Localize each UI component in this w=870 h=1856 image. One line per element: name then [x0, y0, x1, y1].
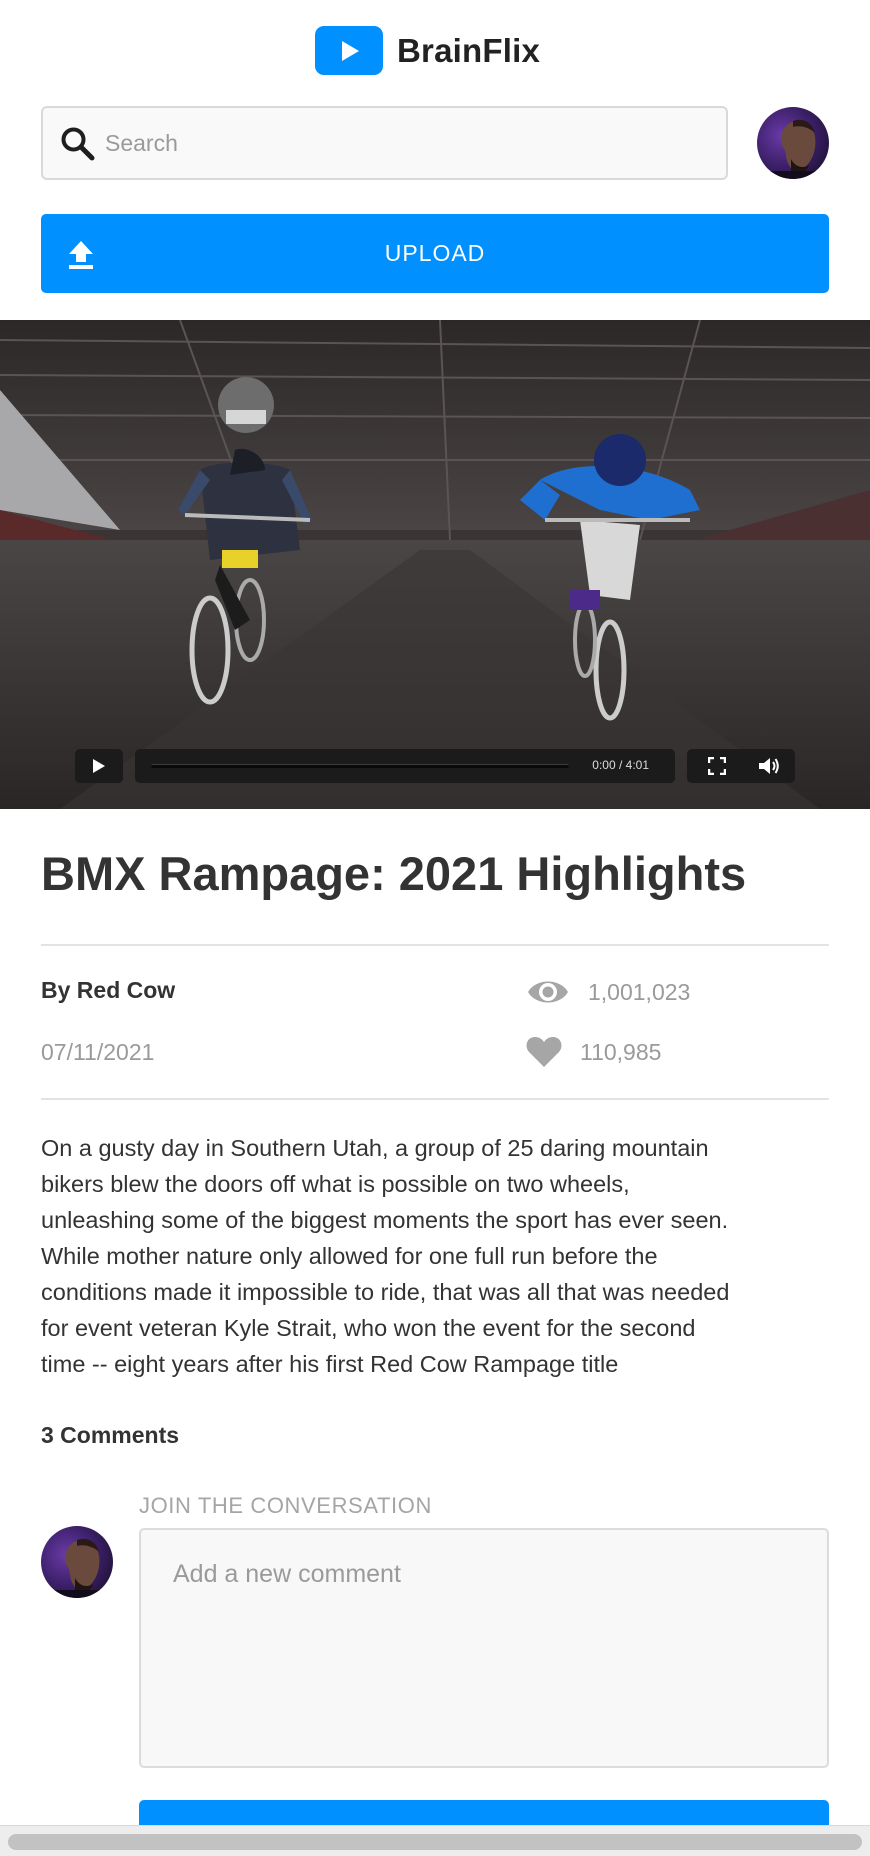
description-line: time -- eight years after his first Red … — [41, 1351, 619, 1377]
views-stat: 1,001,023 — [526, 976, 690, 1008]
search-icon — [61, 127, 95, 161]
user-avatar[interactable] — [757, 107, 829, 179]
divider — [41, 944, 829, 946]
comment-input[interactable] — [139, 1528, 829, 1768]
description-line: conditions made it impossible to ride, t… — [41, 1279, 730, 1305]
fullscreen-icon — [708, 757, 726, 775]
video-title: BMX Rampage: 2021 Highlights — [41, 847, 747, 900]
play-icon — [93, 759, 105, 773]
eye-icon — [528, 981, 568, 1003]
brainflix-logo[interactable]: BrainFlix — [315, 26, 540, 75]
description-line: for event veteran Kyle Strait, who won t… — [41, 1315, 696, 1341]
video-description: On a gusty day in Southern Utah, a group… — [41, 1130, 841, 1382]
divider — [41, 1098, 829, 1100]
likes-stat: 110,985 — [526, 1036, 661, 1068]
play-icon — [315, 26, 383, 75]
upload-label: UPLOAD — [384, 240, 486, 266]
views-count: 1,001,023 — [588, 978, 691, 1005]
search-bar[interactable] — [41, 106, 728, 180]
progress-bar[interactable]: 0:00 / 4:01 — [135, 749, 675, 783]
heart-icon[interactable] — [526, 1036, 562, 1068]
description-line: While mother nature only allowed for one… — [41, 1243, 658, 1269]
play-button[interactable] — [75, 749, 123, 783]
player-extra-controls — [687, 749, 795, 783]
volume-icon — [759, 758, 779, 774]
video-date: 07/11/2021 — [41, 1039, 155, 1065]
site-header: BrainFlix — [0, 0, 870, 100]
search-input[interactable] — [105, 123, 705, 163]
volume-button[interactable] — [749, 749, 789, 783]
scrollbar-thumb[interactable] — [8, 1834, 862, 1850]
video-time: 0:00 / 4:01 — [592, 758, 649, 772]
description-line: unleashing some of the biggest moments t… — [41, 1207, 729, 1233]
fullscreen-button[interactable] — [697, 749, 737, 783]
likes-count: 110,985 — [580, 1038, 662, 1065]
video-player[interactable] — [0, 320, 870, 809]
comment-avatar — [41, 1526, 113, 1598]
join-conversation-label: JOIN THE CONVERSATION — [139, 1493, 432, 1518]
video-controls: 0:00 / 4:01 — [75, 749, 795, 783]
horizontal-scrollbar[interactable] — [0, 1825, 870, 1856]
description-line: On a gusty day in Southern Utah, a group… — [41, 1135, 709, 1161]
upload-icon — [69, 241, 93, 269]
progress-track[interactable] — [151, 764, 569, 768]
video-thumbnail — [0, 320, 870, 809]
comments-count: 3 Comments — [41, 1422, 180, 1448]
upload-button[interactable]: UPLOAD — [41, 214, 829, 293]
logo-text: BrainFlix — [397, 31, 541, 69]
video-author: By Red Cow — [41, 977, 176, 1003]
description-line: bikers blew the doors off what is possib… — [41, 1171, 630, 1197]
